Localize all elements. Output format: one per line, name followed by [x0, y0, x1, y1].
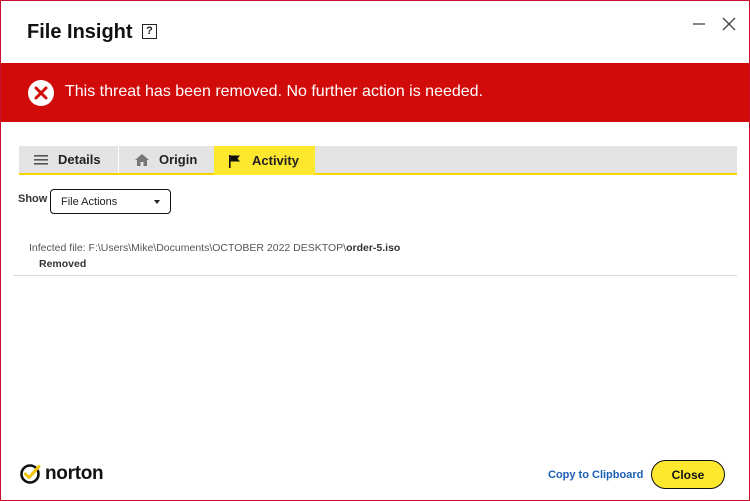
status-text: Removed [39, 258, 87, 270]
infected-file-name: order-5.iso [346, 242, 401, 254]
error-x-icon [28, 80, 54, 106]
infected-file-line: Infected file: F:\Users\Mike\Documents\O… [29, 242, 400, 254]
tab-activity-label: Activity [252, 153, 299, 168]
close-button[interactable]: Close [651, 460, 725, 489]
tab-activity[interactable]: Activity [214, 146, 315, 175]
list-item: Infected file: F:\Users\Mike\Documents\O… [13, 237, 737, 276]
threat-banner: This threat has been removed. No further… [1, 63, 749, 122]
title-bar: File Insight ? [1, 1, 749, 63]
close-icon[interactable] [720, 15, 738, 33]
file-insight-window: File Insight ? This threat has been remo… [0, 0, 750, 501]
show-filter-select[interactable]: File Actions [50, 189, 171, 214]
infected-file-path: F:\Users\Mike\Documents\OCTOBER 2022 DES… [88, 242, 347, 254]
help-icon[interactable]: ? [142, 24, 157, 39]
minimize-icon[interactable] [690, 15, 708, 33]
brand-name: norton [45, 463, 104, 484]
list-icon [34, 154, 48, 165]
tab-bar: Details Origin Activity [19, 146, 737, 175]
show-label: Show [18, 193, 48, 205]
tab-details[interactable]: Details [19, 146, 119, 173]
tab-origin[interactable]: Origin [120, 146, 213, 173]
show-filter-value: File Actions [61, 195, 118, 208]
home-icon [135, 153, 149, 166]
flag-icon [229, 154, 240, 168]
norton-logo: norton [19, 462, 104, 486]
window-title: File Insight [27, 21, 133, 43]
chevron-down-icon [154, 200, 160, 204]
tab-details-label: Details [58, 152, 101, 167]
norton-check-icon [20, 464, 41, 484]
banner-message: This threat has been removed. No further… [65, 83, 484, 100]
infected-file-prefix: Infected file: [29, 242, 89, 254]
copy-to-clipboard-link[interactable]: Copy to Clipboard [548, 469, 643, 481]
tab-origin-label: Origin [159, 152, 198, 167]
